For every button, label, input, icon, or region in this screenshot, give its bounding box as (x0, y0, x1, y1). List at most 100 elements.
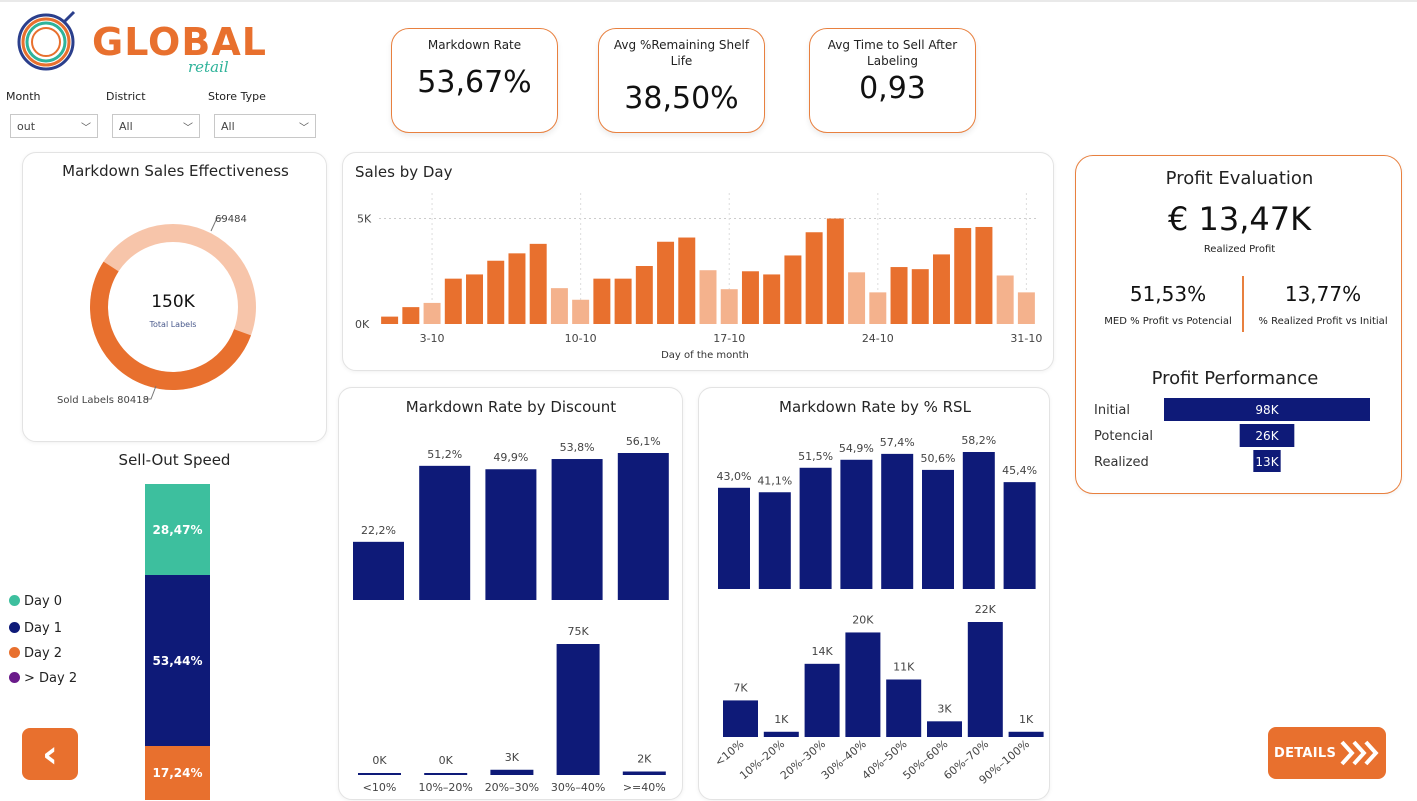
data-label: 11K (893, 661, 915, 674)
profit-title: Profit Evaluation (1165, 168, 1314, 189)
bar-day (784, 255, 802, 324)
bar-count (927, 721, 962, 737)
x-tick-label: <10% (363, 781, 397, 794)
kpi-title: Avg %Remaining Shelf Life (613, 38, 750, 68)
data-label: 0K (372, 754, 387, 767)
markdown-effectiveness-card: Markdown Sales Effectiveness 69484 Sold … (22, 152, 327, 442)
chevron-down-icon: ﹀ (183, 123, 193, 134)
rate-by-discount-card: Markdown Rate by Discount 22,2% 51,2% 49,9… (338, 387, 683, 800)
bar-rate (799, 467, 832, 589)
filter-storetype-value: All (221, 120, 235, 133)
brand-subtitle: retail (188, 58, 229, 76)
data-label: 51,2% (427, 448, 462, 461)
bar-count (967, 622, 1003, 737)
kpi-value: 38,50% (624, 81, 739, 116)
data-label: 43,0% (717, 470, 752, 483)
bar-day (381, 316, 399, 324)
x-tick-label: 31-10 (1010, 332, 1042, 345)
details-button[interactable]: DETAILS (1268, 727, 1386, 779)
bar-rate (485, 469, 537, 600)
back-button[interactable]: ‹ (22, 728, 78, 780)
funnel-value: 26K (1255, 429, 1279, 443)
bar-day (678, 237, 696, 324)
bar-count (886, 679, 922, 737)
legend-dot (9, 672, 20, 683)
bar-count (622, 771, 666, 775)
data-label: 54,9% (839, 442, 874, 455)
legend-label: Day 1 (24, 621, 63, 636)
bar-rate (551, 459, 603, 600)
bar-rate (758, 492, 791, 589)
legend-day1: Day 1 (9, 621, 62, 636)
legend-day0: Day 0 (9, 594, 62, 609)
data-label: 14K (811, 645, 833, 658)
x-tick-label: 20%–30% (485, 781, 539, 794)
legend-dot (9, 622, 20, 633)
logo-icon (17, 10, 76, 71)
profit-value-label: Realized Profit (1203, 244, 1276, 255)
bar-count (763, 731, 799, 737)
double-chevron-right-icon (1340, 740, 1379, 766)
sales-by-day-chart: Sales by Day 5K 0K 3-10 10-10 17-10 24-10 31-… (355, 163, 1042, 361)
bar-rate (419, 465, 471, 600)
top-divider (0, 0, 1417, 2)
kpi-title: Markdown Rate (427, 38, 522, 52)
bar-day (869, 292, 887, 324)
bar-rate (1003, 482, 1036, 589)
x-tick-label: 3-10 (420, 332, 445, 345)
bar-day (805, 232, 823, 324)
data-label: 20K (852, 613, 874, 626)
filter-month-select[interactable]: out ﹀ (10, 114, 98, 138)
profit-right-label: % Realized Profit vs Initial (1258, 316, 1388, 327)
bar-day (593, 278, 611, 324)
rate-by-discount-chart: Markdown Rate by Discount 22,2% 51,2% 49,9… (353, 398, 669, 794)
bar-count (1008, 731, 1044, 737)
sales-by-day-card: Sales by Day 5K 0K 3-10 10-10 17-10 24-10 31-… (342, 152, 1054, 371)
data-label: 56,1% (626, 435, 661, 448)
chevron-down-icon: ﹀ (81, 123, 91, 134)
data-label: 58,2% (961, 434, 996, 447)
profit-value: € 13,47K (1167, 200, 1312, 238)
profit-left-label: MED % Profit vs Potencial (1104, 316, 1232, 327)
x-tick-label: 17-10 (713, 332, 745, 345)
bar-rate (922, 469, 954, 589)
bar-day (890, 267, 908, 324)
bar-count (424, 773, 468, 775)
bar-day (466, 274, 484, 324)
legend-dot (9, 595, 20, 606)
data-label: 51,5% (798, 450, 833, 463)
bar-day (848, 272, 866, 324)
bar-day (911, 269, 929, 324)
bar-day (720, 289, 738, 324)
bar-day (508, 253, 526, 324)
data-label: 1K (774, 713, 789, 726)
rate-by-rsl-chart: Markdown Rate by % RSL 43,0% 41,1% 51,5% 54… (712, 398, 1044, 787)
filter-storetype-select[interactable]: All ﹀ (214, 114, 316, 138)
bar-rate (840, 459, 873, 589)
x-tick-label: 24-10 (862, 332, 894, 345)
funnel-label: Realized (1094, 455, 1149, 470)
chart-title: Sales by Day (355, 163, 453, 181)
legend-label: Day 2 (24, 646, 63, 661)
x-tick-label: >=40% (623, 781, 666, 794)
details-button-label: DETAILS (1274, 745, 1337, 761)
data-label: 2K (637, 753, 652, 766)
bar-day (1017, 292, 1035, 324)
bar-count (845, 632, 881, 737)
profit-performance-title: Profit Performance (1151, 368, 1319, 389)
bar-count (556, 644, 600, 775)
chart-title: Markdown Rate by Discount (406, 398, 617, 416)
sellout-segment-day0: 28,47% (145, 484, 210, 575)
sold-label: Sold Labels 80418 (57, 395, 149, 406)
filter-district-label: District (106, 90, 146, 103)
x-tick-label: <10% (712, 737, 746, 769)
legend-label: Day 0 (24, 594, 63, 609)
data-label: 0K (439, 754, 454, 767)
bar-rate (718, 487, 750, 589)
filter-district-select[interactable]: All ﹀ (112, 114, 200, 138)
profit-right-value: 13,77% (1284, 282, 1362, 306)
data-label: 75K (567, 625, 589, 638)
bar-count (490, 769, 534, 775)
bar-day (635, 266, 653, 324)
data-label: 1K (1019, 713, 1034, 726)
